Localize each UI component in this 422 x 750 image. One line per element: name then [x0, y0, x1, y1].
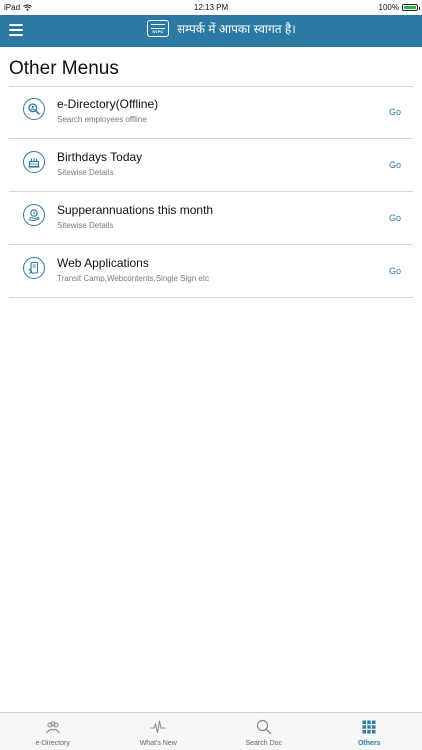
- go-button[interactable]: Go: [389, 213, 401, 223]
- device-name: iPad: [4, 3, 21, 12]
- menu-item-title: Supperannuations this month: [57, 203, 214, 217]
- page-title: Other Menus: [9, 58, 119, 79]
- tab-others[interactable]: Others: [317, 713, 422, 750]
- menu-item-subtitle: Transit Camp,Webcontents,Single Sign etc: [57, 274, 210, 283]
- ntpc-logo: NTPC: [147, 20, 169, 37]
- menu-list: e-Directory(Offline) Search employees of…: [9, 86, 413, 298]
- wifi-icon: [23, 4, 32, 11]
- retirement-icon: ₹: [23, 204, 45, 226]
- menu-item-subtitle: Sitewise Details: [57, 221, 114, 230]
- hamburger-menu-icon[interactable]: [9, 24, 23, 36]
- web-app-icon: [23, 257, 45, 279]
- go-button[interactable]: Go: [389, 107, 401, 117]
- status-time: 12:13 PM: [193, 3, 229, 12]
- battery-percent: 100%: [378, 3, 399, 12]
- menu-item-birthdays[interactable]: Birthdays Today Sitewise Details Go: [9, 139, 413, 192]
- tab-label: Search Doc: [245, 740, 283, 747]
- svg-text:₹: ₹: [33, 211, 36, 216]
- tab-label: Others: [357, 740, 381, 747]
- menu-item-superannuations[interactable]: ₹ Supperannuations this month Sitewise D…: [9, 192, 413, 245]
- go-button[interactable]: Go: [389, 266, 401, 276]
- tab-label: What's New: [139, 740, 177, 747]
- menu-item-title: e-Directory(Offline): [57, 97, 159, 111]
- header-title: सम्पर्क में आपका स्वागत है।: [177, 22, 296, 36]
- tab-bar: e-Directory What's New Search Doc Others: [0, 712, 422, 750]
- menu-item-web-applications[interactable]: Web Applications Transit Camp,Webcontent…: [9, 245, 413, 298]
- brand: NTPC सम्पर्क में आपका स्वागत है।: [147, 20, 296, 37]
- menu-item-subtitle: Sitewise Details: [57, 168, 114, 177]
- status-bar: iPad 12:13 PM 100%: [0, 0, 422, 15]
- app-header: NTPC सम्पर्क में आपका स्वागत है।: [0, 15, 422, 47]
- tab-e-directory[interactable]: e-Directory: [0, 713, 106, 750]
- grid-icon: [362, 720, 376, 734]
- search-person-icon: [23, 98, 45, 120]
- menu-item-title: Web Applications: [57, 256, 149, 270]
- battery-icon: [402, 4, 420, 11]
- menu-item-subtitle: Search employees offline: [57, 115, 147, 124]
- tab-label: e-Directory: [35, 740, 70, 747]
- search-icon: [256, 719, 272, 735]
- battery-level: [404, 6, 416, 9]
- go-button[interactable]: Go: [389, 160, 401, 170]
- tab-whats-new[interactable]: What's New: [106, 713, 212, 750]
- tab-search-doc[interactable]: Search Doc: [211, 713, 317, 750]
- pulse-icon: [150, 720, 166, 734]
- birthday-cake-icon: [23, 151, 45, 173]
- menu-item-e-directory[interactable]: e-Directory(Offline) Search employees of…: [9, 86, 413, 139]
- menu-item-title: Birthdays Today: [57, 150, 143, 164]
- people-icon: [45, 721, 60, 734]
